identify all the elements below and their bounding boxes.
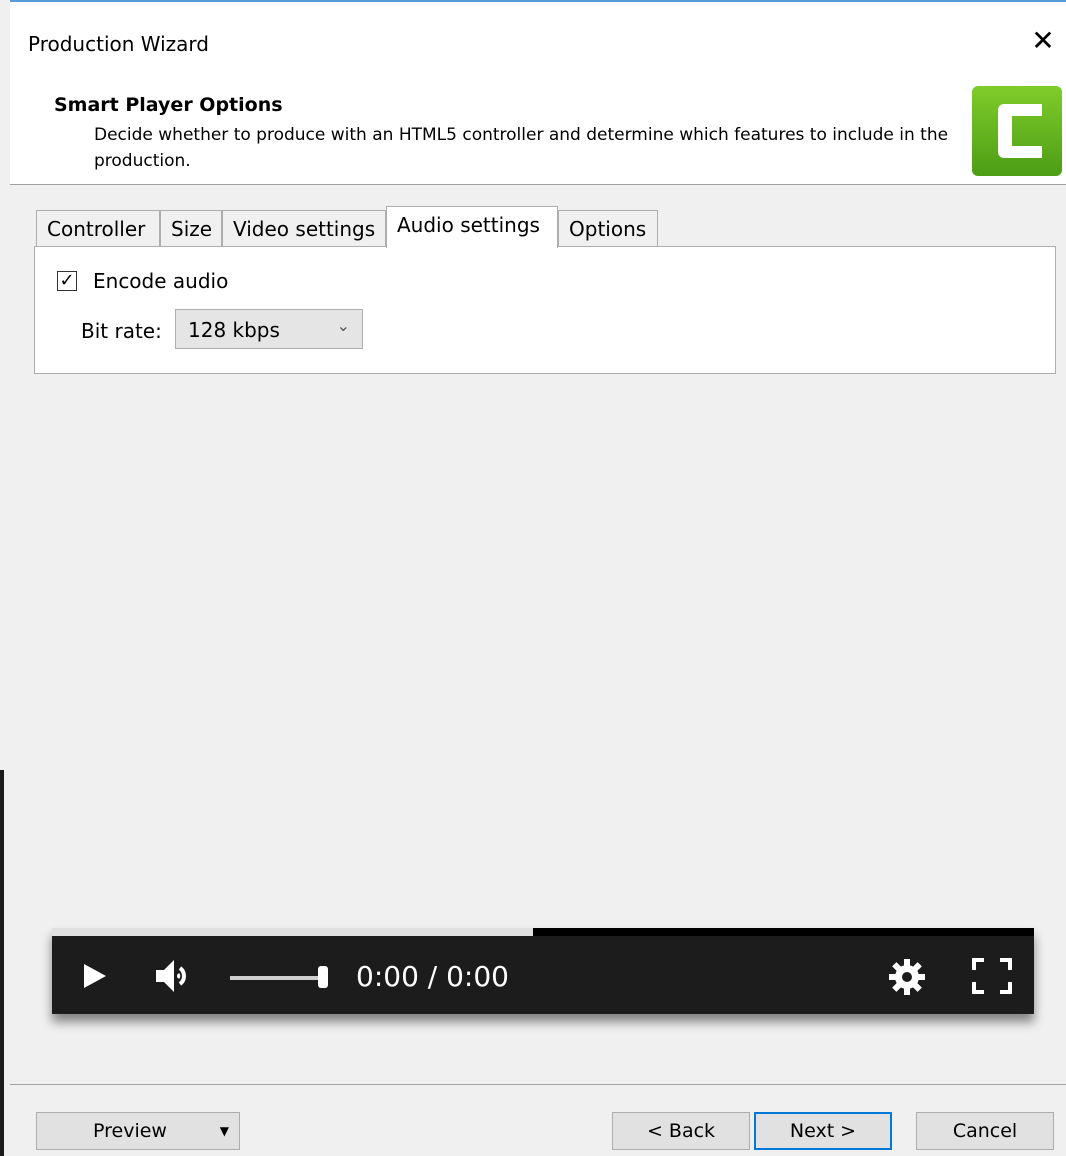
fullscreen-icon[interactable] (972, 958, 1012, 998)
encode-audio-label: Encode audio (93, 269, 229, 293)
checkmark-icon: ✓ (59, 270, 75, 291)
dropdown-caret-icon[interactable]: ▼ (220, 1113, 229, 1149)
close-icon[interactable]: ✕ (1028, 26, 1058, 56)
bitrate-label: Bit rate: (81, 319, 162, 343)
background-edge (0, 0, 10, 1156)
production-wizard-dialog: Production Wizard ✕ Smart Player Options… (10, 0, 1066, 1156)
video-controller-preview: 0:00 / 0:00 (52, 928, 1034, 1014)
back-button[interactable]: < Back (612, 1112, 750, 1150)
footer-separator (10, 1084, 1066, 1085)
volume-slider-handle[interactable] (318, 966, 328, 988)
background-window-edge (0, 770, 4, 1156)
time-readout: 0:00 / 0:00 (356, 960, 509, 993)
tab-size[interactable]: Size (160, 210, 222, 246)
tab-video-settings[interactable]: Video settings (222, 210, 386, 246)
page-title: Smart Player Options (54, 94, 283, 116)
audio-settings-panel: ✓ Encode audio Bit rate: 128 kbps ⌄ (34, 246, 1056, 374)
next-button[interactable]: Next > (754, 1112, 892, 1150)
volume-icon[interactable] (154, 958, 200, 998)
bitrate-value: 128 kbps (188, 318, 280, 342)
tab-controller[interactable]: Controller (36, 210, 160, 246)
bitrate-select[interactable]: 128 kbps ⌄ (175, 309, 363, 349)
cancel-button[interactable]: Cancel (916, 1112, 1054, 1150)
encode-audio-checkbox[interactable]: ✓ (57, 271, 77, 291)
preview-label: Preview (93, 1120, 167, 1142)
progress-bar[interactable] (52, 928, 1034, 936)
tab-options[interactable]: Options (558, 210, 658, 246)
window-title: Production Wizard (28, 32, 209, 56)
page-description: Decide whether to produce with an HTML5 … (94, 125, 949, 171)
title-bar: Production Wizard ✕ (10, 2, 1066, 84)
progress-bar-fill (52, 928, 534, 936)
preview-button[interactable]: Preview ▼ (36, 1112, 240, 1150)
chevron-down-icon: ⌄ (336, 316, 350, 335)
volume-slider-track[interactable] (230, 976, 320, 980)
play-icon[interactable] (82, 962, 108, 994)
wizard-header: Smart Player Options Decide whether to p… (10, 84, 1066, 185)
tab-audio-settings[interactable]: Audio settings (386, 206, 558, 248)
settings-gear-icon[interactable] (888, 958, 926, 1000)
camtasia-logo-icon (972, 86, 1062, 176)
